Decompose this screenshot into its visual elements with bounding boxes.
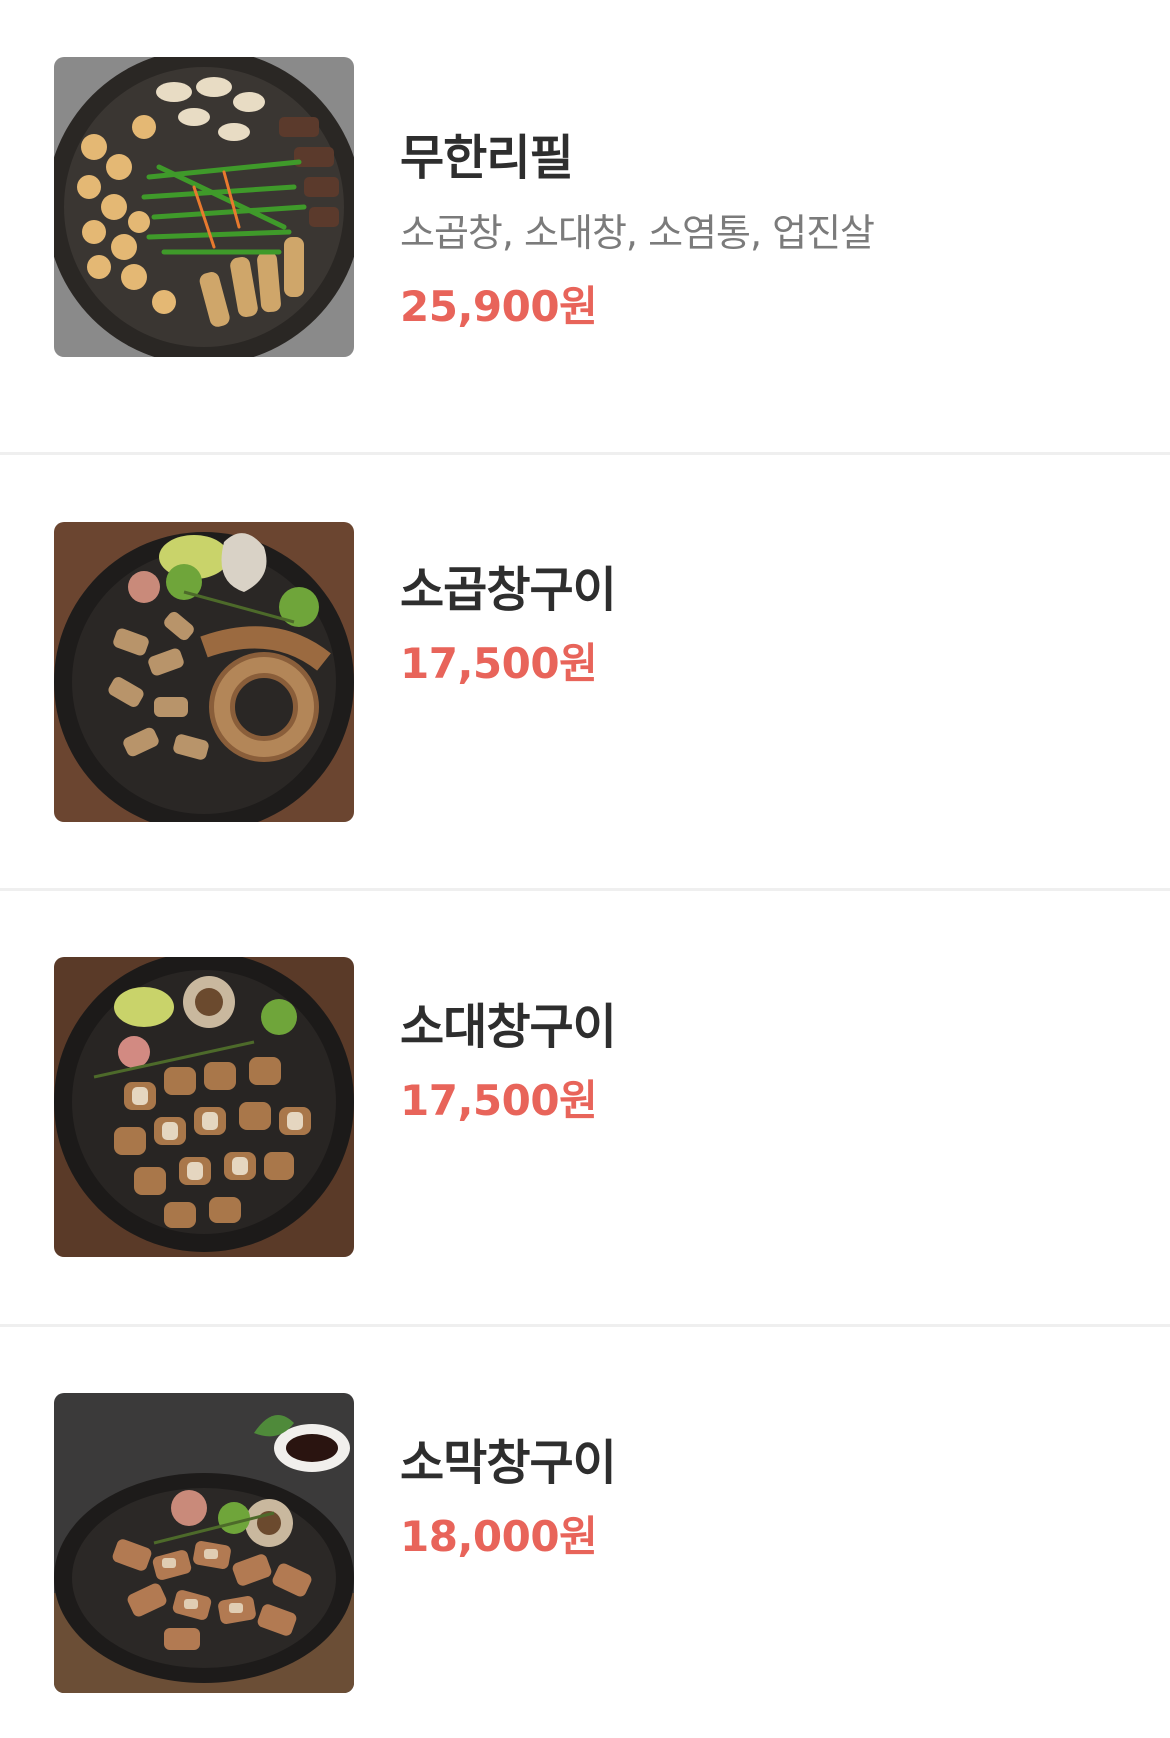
beef-abomasum-pan-photo [54,1393,354,1693]
item-price: 25,900원 [400,282,598,331]
item-name: 소막창구이 [400,1435,617,1491]
item-name: 소대창구이 [400,999,617,1055]
menu-item[interactable]: 무한리필 소곱창, 소대창, 소염통, 업진살 25,900원 [0,0,1170,452]
item-price: 17,500원 [400,639,598,688]
beef-large-intestine-pan-photo [54,957,354,1257]
item-price: 18,000원 [400,1512,598,1561]
item-name: 소곱창구이 [400,562,617,618]
menu-item[interactable]: 소대창구이 17,500원 [0,891,1170,1324]
item-price: 17,500원 [400,1076,598,1125]
menu-list: 무한리필 소곱창, 소대창, 소염통, 업진살 25,900원 소곱창구이 17… [0,0,1170,1738]
menu-item[interactable]: 소막창구이 18,000원 [0,1327,1170,1738]
item-name: 무한리필 [400,130,574,186]
grilled-intestines-platter-photo [54,57,354,357]
item-description: 소곱창, 소대창, 소염통, 업진살 [400,211,875,255]
menu-item[interactable]: 소곱창구이 17,500원 [0,455,1170,888]
beef-tripe-pan-photo [54,522,354,822]
